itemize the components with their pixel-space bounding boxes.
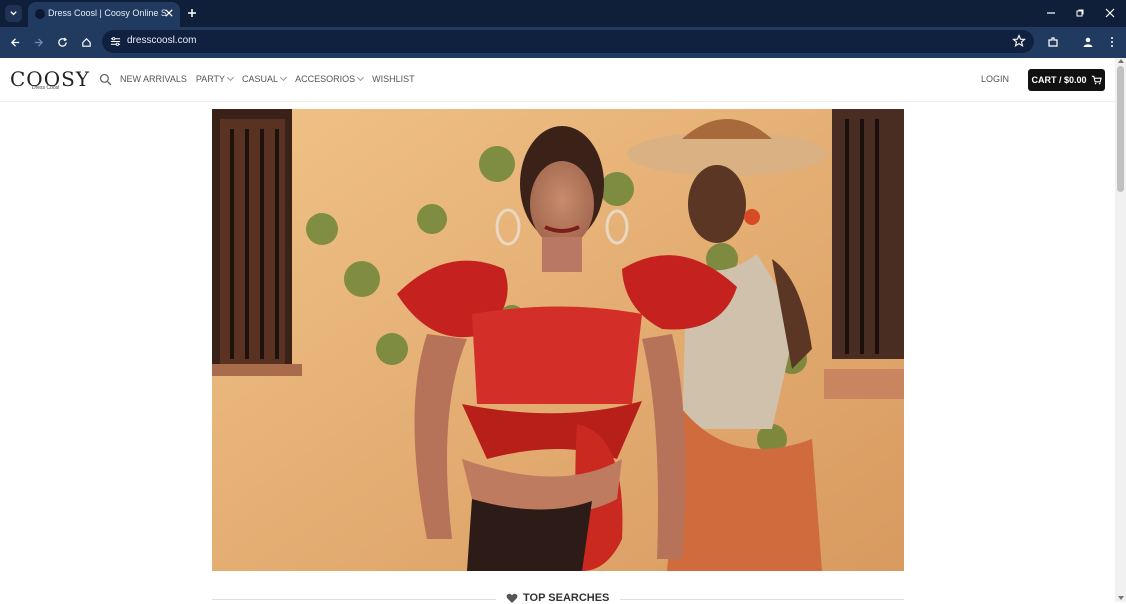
nav-wishlist[interactable]: WISHLIST: [372, 74, 415, 84]
home-icon: [81, 37, 91, 47]
plus-icon: [188, 9, 196, 17]
cart-label: CART / $0.00: [1031, 75, 1087, 85]
nav-label: ACCESORIOS: [295, 74, 356, 84]
star-icon[interactable]: [1012, 34, 1026, 48]
chevron-down-icon: [280, 73, 288, 82]
back-button[interactable]: [7, 34, 23, 50]
minimize-button[interactable]: [1043, 6, 1059, 20]
search-icon[interactable]: [99, 73, 112, 86]
browser-tab[interactable]: Dress Coosl | Coosy Online Sale: [28, 2, 180, 27]
site-settings-icon[interactable]: [110, 36, 121, 47]
browser-menu-button[interactable]: [1104, 34, 1120, 50]
nav-casual[interactable]: CASUAL: [242, 73, 288, 84]
minimize-icon: [1047, 12, 1055, 14]
browser-toolbar: dresscoosl.com: [0, 27, 1126, 58]
site-favicon-icon: [35, 9, 45, 19]
forward-button[interactable]: [30, 34, 46, 50]
reload-button[interactable]: [54, 34, 70, 50]
nav-party[interactable]: PARTY: [195, 73, 235, 84]
chevron-down-icon: [227, 73, 235, 82]
web-page: COOSY Dress Coosl NEW ARRIVALS PARTY CAS…: [0, 58, 1115, 604]
extensions-icon: [1048, 37, 1058, 47]
nav-label: CASUAL: [242, 74, 279, 84]
address-bar[interactable]: dresscoosl.com: [102, 30, 1034, 53]
nav-accesorios[interactable]: ACCESORIOS: [295, 73, 365, 84]
menu-icon: [1111, 37, 1113, 47]
browser-tab-strip: Dress Coosl | Coosy Online Sale: [0, 0, 1126, 27]
nav-label: WISHLIST: [372, 74, 415, 84]
cart-icon: [1091, 75, 1102, 85]
cart-button[interactable]: CART / $0.00: [1028, 69, 1105, 91]
top-searches-label: TOP SEARCHES: [523, 592, 610, 604]
nav-label: PARTY: [195, 74, 226, 84]
restore-button[interactable]: [1072, 6, 1088, 20]
close-icon: [165, 9, 173, 17]
restore-icon: [1076, 9, 1084, 17]
divider-left: [212, 599, 496, 600]
extensions-button[interactable]: [1045, 34, 1061, 50]
profile-button[interactable]: [1080, 34, 1096, 50]
scroll-down-icon[interactable]: [1118, 596, 1124, 600]
page-scrollbar[interactable]: [1115, 58, 1126, 602]
home-button[interactable]: [78, 34, 94, 50]
logo-subtitle: Dress Coosl: [32, 85, 60, 91]
chevron-down-icon: [10, 11, 17, 16]
hero-image[interactable]: [212, 109, 904, 571]
site-header: COOSY Dress Coosl NEW ARRIVALS PARTY CAS…: [0, 58, 1115, 102]
nav-label: NEW ARRIVALS: [120, 74, 187, 84]
tab-title: Dress Coosl | Coosy Online Sale: [48, 8, 166, 18]
close-window-button[interactable]: [1102, 6, 1118, 20]
back-icon: [10, 37, 19, 47]
close-icon: [1105, 8, 1115, 18]
tab-search-button[interactable]: [5, 5, 22, 22]
new-tab-button[interactable]: [185, 6, 199, 20]
login-link[interactable]: LOGIN: [981, 74, 1009, 84]
profile-icon: [1083, 37, 1093, 47]
tab-close-button[interactable]: [163, 7, 175, 19]
url-text[interactable]: dresscoosl.com: [127, 35, 196, 46]
chevron-down-icon: [357, 73, 365, 82]
scroll-up-icon[interactable]: [1118, 59, 1124, 63]
top-searches-heading: TOP SEARCHES: [506, 592, 609, 604]
scrollbar-thumb[interactable]: [1117, 66, 1124, 192]
main-nav: NEW ARRIVALS PARTY CASUAL ACCESORIOS WIS…: [120, 73, 415, 84]
divider-right: [620, 599, 904, 600]
nav-new-arrivals[interactable]: NEW ARRIVALS: [120, 74, 187, 84]
forward-icon: [34, 37, 43, 47]
reload-icon: [57, 37, 67, 47]
